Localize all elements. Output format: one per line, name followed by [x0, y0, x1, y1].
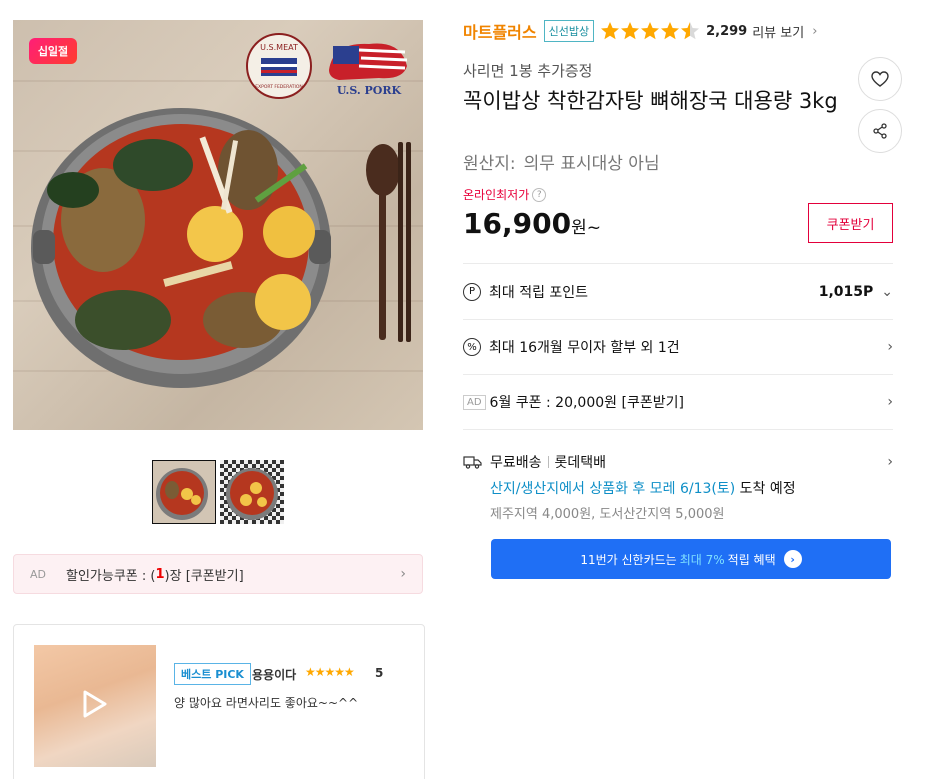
origin-value: 의무 표시대상 아님 [523, 154, 660, 174]
rating-star [601, 22, 620, 40]
banner-suffix: 적립 혜택 [727, 552, 776, 567]
wishlist-button[interactable] [858, 57, 902, 101]
thumbnail-2-image [226, 468, 278, 520]
origin-info: 원산지: 의무 표시대상 아님 [463, 149, 660, 174]
seller-name[interactable]: 마트플러스 [463, 19, 537, 43]
chevron-right-icon: › [812, 23, 818, 39]
eleven-day-badge: 십일절 [29, 38, 77, 64]
carrier-label: 롯데택배 [554, 455, 607, 471]
chevron-right-icon: › [887, 339, 893, 355]
rating-star [661, 22, 680, 40]
product-title: 꼭이밥상 착한감자탕 뼈해장국 대용량 3kg [463, 89, 838, 113]
us-meat-logo: U.S.MEAT EXPORT FEDERATION [246, 33, 312, 99]
lowest-price-text: 온라인최저가 [463, 188, 530, 202]
review-stars: ★★★★★ [305, 665, 355, 679]
max-point-row[interactable]: P 최대 적립 포인트 1,015P ⌄ [463, 263, 893, 319]
star-rating-icon [601, 22, 700, 40]
reviewer-name: 용용이다 [252, 668, 297, 682]
ad-coupon-label: 6월 쿠폰 : 20,000원 [쿠폰받기] [489, 395, 684, 411]
installment-label: 최대 16개월 무이자 할부 외 1건 [489, 340, 680, 356]
lowest-price-label: 온라인최저가 ? [463, 186, 547, 203]
point-value: 1,015P [818, 283, 874, 300]
review-video-thumbnail[interactable] [34, 645, 156, 767]
price: 16,900원~ [463, 207, 601, 240]
product-subtitle: 사리면 1봉 추가증정 [463, 62, 593, 80]
main-product-image[interactable]: 십일절 U.S.MEAT EXPORT FEDERATION U.S. PORK [13, 20, 423, 430]
coupon-bar-suffix: )장 [쿠폰받기] [164, 568, 244, 584]
coupon-count: 1 [155, 566, 165, 582]
arrow-right-icon: › [783, 550, 802, 568]
price-value: 16,900 [463, 207, 572, 240]
us-pork-text: U.S. PORK [337, 84, 402, 97]
review-count: 2,299 [706, 23, 748, 39]
thumbnail-strip [152, 460, 284, 524]
ad-badge: AD [463, 394, 486, 410]
truck-icon [463, 456, 482, 469]
share-icon [873, 123, 887, 139]
divider [547, 456, 549, 468]
rating-stars [600, 21, 700, 41]
best-review-card[interactable]: 베스트 PICK 용용이다 ★★★★★ 5 양 많아요 라면사리도 좋아요~~^… [13, 624, 425, 779]
chevron-right-icon: › [887, 454, 893, 470]
installment-row[interactable]: % 최대 16개월 무이자 할부 외 1건 › [463, 319, 893, 374]
card-benefit-banner[interactable]: 11번가 신한카드는 최대 7% 적립 혜택 › [491, 539, 891, 579]
free-shipping-label: 무료배송 [490, 455, 542, 471]
percent-icon: % [463, 338, 481, 356]
coupon-bar-label: 할인가능쿠폰 : ( [66, 568, 156, 584]
thumbnail-1[interactable] [152, 460, 216, 524]
discount-coupon-bar[interactable]: AD 할인가능쿠폰 : (1)장 [쿠폰받기] › [13, 554, 423, 594]
point-label: 최대 적립 포인트 [489, 284, 589, 301]
thumbnail-2[interactable] [220, 460, 284, 524]
arrival-suffix: 도착 예정 [735, 481, 796, 497]
rating-star [641, 22, 660, 40]
best-pick-badge: 베스트 PICK [174, 663, 251, 685]
arrival-estimate: 산지/생산지에서 상품화 후 모레 6/13(토) 도착 예정 [463, 478, 893, 498]
shipping-info[interactable]: 무료배송 롯데택배 › 산지/생산지에서 상품화 후 모레 6/13(토) 도착… [463, 429, 893, 522]
get-coupon-button[interactable]: 쿠폰받기 [808, 203, 893, 243]
us-meat-subtext: EXPORT FEDERATION [255, 84, 303, 90]
chevron-down-icon: ⌄ [881, 283, 893, 300]
rating-star [681, 22, 700, 40]
chevron-right-icon: › [400, 566, 406, 582]
us-meat-text: U.S.MEAT [260, 43, 298, 52]
us-pork-logo: U.S. PORK [329, 43, 408, 97]
extra-shipping-fee: 제주지역 4,000원, 도서산간지역 5,000원 [490, 507, 725, 522]
thumbnail-1-image [156, 468, 208, 520]
help-icon[interactable]: ? [532, 187, 547, 202]
shipping-main-line: 무료배송 롯데택배 › [463, 452, 893, 472]
arrival-highlight: 산지/생산지에서 상품화 후 모레 6/13(토) [490, 481, 736, 497]
review-link[interactable]: 리뷰 보기 [752, 22, 804, 41]
banner-highlight: 최대 7% [679, 552, 725, 567]
seller-badge: 신선밥상 [543, 20, 595, 42]
review-score: 5 [375, 666, 384, 680]
heart-icon [871, 71, 889, 87]
play-icon [83, 690, 107, 718]
rating-star [621, 22, 640, 40]
review-text: 양 많아요 라면사리도 좋아요~~^^ [174, 696, 359, 710]
price-unit: 원~ [571, 218, 601, 238]
ad-coupon-row[interactable]: AD 6월 쿠폰 : 20,000원 [쿠폰받기] › [463, 374, 893, 429]
chevron-right-icon: › [887, 394, 893, 410]
point-icon: P [463, 282, 481, 301]
banner-prefix: 11번가 신한카드는 [580, 552, 677, 567]
share-button[interactable] [858, 109, 902, 153]
origin-label: 원산지: [463, 154, 516, 174]
seller-rating-row: 마트플러스 신선밥상 2,299 리뷰 보기 › [463, 18, 817, 44]
ad-label: AD [30, 567, 46, 581]
